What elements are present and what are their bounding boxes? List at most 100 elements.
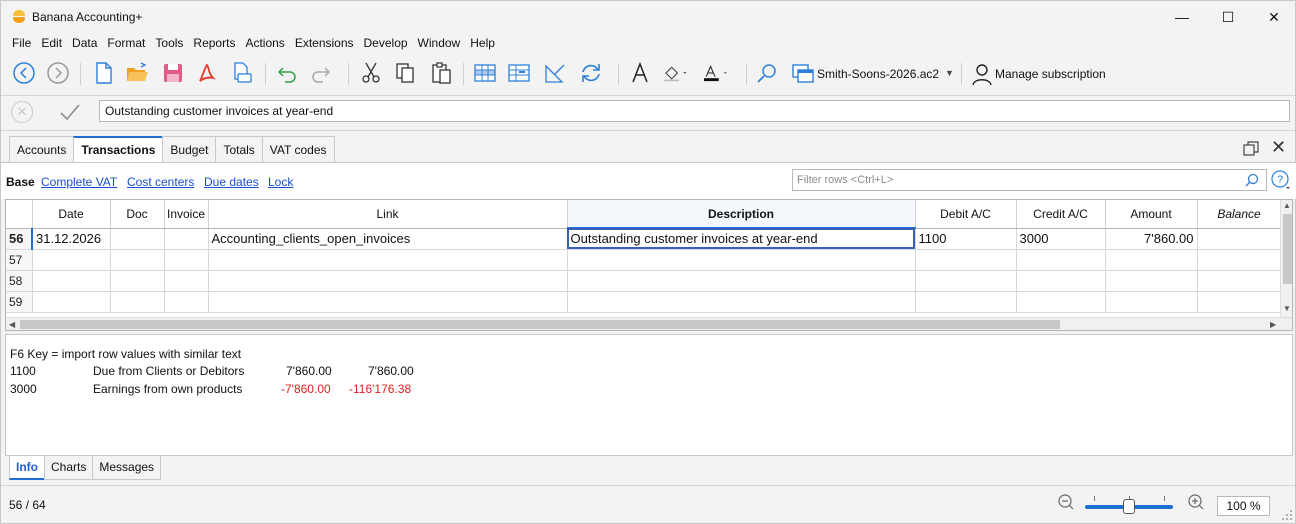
row-number[interactable]: 56 <box>6 228 33 250</box>
close-window-button[interactable]: ✕ <box>1251 1 1296 33</box>
vertical-scrollbar[interactable]: ▲ ▼ <box>1280 200 1292 318</box>
cell-doc[interactable] <box>110 291 165 313</box>
menu-help[interactable]: Help <box>465 34 500 52</box>
tab-vat-codes[interactable]: VAT codes <box>261 136 335 162</box>
table-row[interactable]: 57 <box>6 249 1282 271</box>
cell-balance[interactable] <box>1197 228 1282 250</box>
new-file-button[interactable] <box>89 59 117 87</box>
confirm-edit-button[interactable] <box>57 99 83 125</box>
cell-invoice[interactable] <box>164 291 209 313</box>
fill-color-button[interactable] <box>661 59 695 87</box>
file-selector[interactable]: Smith-Soons-2026.ac2 ▼ <box>789 59 959 89</box>
col-header-doc[interactable]: Doc <box>110 200 165 229</box>
minimize-button[interactable]: — <box>1159 1 1205 33</box>
col-header-description[interactable]: Description <box>567 200 916 229</box>
cell-amount[interactable]: 7'860.00 <box>1105 228 1198 250</box>
pdf-button[interactable] <box>193 59 221 87</box>
cell-description[interactable] <box>567 291 916 313</box>
view-due-dates[interactable]: Due dates <box>204 175 259 189</box>
vertical-scroll-thumb[interactable] <box>1283 214 1292 284</box>
scroll-down-icon[interactable]: ▼ <box>1283 304 1291 313</box>
text-color-button[interactable] <box>701 59 739 87</box>
col-header-debit[interactable]: Debit A/C <box>915 200 1017 229</box>
cell-debit[interactable]: 1100 <box>915 228 1017 250</box>
restore-window-icon[interactable] <box>1243 141 1259 157</box>
cell-description[interactable]: Outstanding customer invoices at year-en… <box>567 228 916 250</box>
filter-rows-input[interactable]: Filter rows <Ctrl+L> <box>792 169 1267 191</box>
add-rows-button[interactable] <box>471 59 499 87</box>
cell-date[interactable] <box>32 270 111 292</box>
menu-window[interactable]: Window <box>413 34 466 52</box>
view-base[interactable]: Base <box>6 175 35 189</box>
view-lock[interactable]: Lock <box>268 175 293 189</box>
recalculate-button[interactable] <box>577 59 605 87</box>
menu-actions[interactable]: Actions <box>240 34 289 52</box>
zoom-in-icon[interactable] <box>1187 493 1205 511</box>
undo-button[interactable] <box>273 59 301 87</box>
cell-credit[interactable] <box>1016 249 1106 271</box>
cell-invoice[interactable] <box>164 228 209 250</box>
scroll-left-icon[interactable]: ◀ <box>9 320 15 329</box>
cell-amount[interactable] <box>1105 270 1198 292</box>
menu-reports[interactable]: Reports <box>188 34 240 52</box>
cell-description[interactable] <box>567 270 916 292</box>
cell-balance[interactable] <box>1197 291 1282 313</box>
menu-format[interactable]: Format <box>102 34 150 52</box>
tab-budget[interactable]: Budget <box>162 136 217 162</box>
cell-balance[interactable] <box>1197 249 1282 271</box>
view-cost-centers[interactable]: Cost centers <box>127 175 194 189</box>
table-row[interactable]: 59 <box>6 291 1282 313</box>
cell-credit[interactable] <box>1016 270 1106 292</box>
col-header-credit[interactable]: Credit A/C <box>1016 200 1106 229</box>
cancel-edit-icon[interactable]: ✕ <box>11 101 33 123</box>
menu-data[interactable]: Data <box>67 34 102 52</box>
paste-button[interactable] <box>427 59 455 87</box>
cell-link[interactable] <box>208 291 568 313</box>
edit-cell-button[interactable] <box>541 59 569 87</box>
row-number[interactable]: 59 <box>6 291 33 313</box>
menu-extensions[interactable]: Extensions <box>290 34 359 52</box>
row-number[interactable]: 58 <box>6 270 33 292</box>
tab-messages[interactable]: Messages <box>92 456 162 480</box>
col-header-date[interactable]: Date <box>32 200 111 229</box>
view-complete-vat[interactable]: Complete VAT <box>41 175 117 189</box>
cut-button[interactable] <box>357 59 385 87</box>
row-number[interactable]: 57 <box>6 249 33 271</box>
resize-grip-icon[interactable] <box>1281 509 1293 521</box>
col-header-balance[interactable]: Balance <box>1197 200 1282 229</box>
scroll-right-icon[interactable]: ▶ <box>1270 320 1276 329</box>
tab-accounts[interactable]: Accounts <box>9 136 75 162</box>
table-row[interactable]: 56 31.12.2026 Accounting_clients_open_in… <box>6 228 1282 250</box>
cell-credit[interactable] <box>1016 291 1106 313</box>
help-icon[interactable]: ? <box>1271 170 1291 190</box>
cell-invoice[interactable] <box>164 270 209 292</box>
cell-date[interactable] <box>32 249 111 271</box>
cell-link[interactable]: Accounting_clients_open_invoices <box>208 228 568 250</box>
table-row[interactable]: 58 <box>6 270 1282 292</box>
move-rows-button[interactable] <box>505 59 533 87</box>
zoom-slider-handle[interactable] <box>1123 499 1135 514</box>
menu-file[interactable]: File <box>7 34 36 52</box>
scroll-up-icon[interactable]: ▲ <box>1283 201 1291 210</box>
cell-date[interactable] <box>32 291 111 313</box>
cell-credit[interactable]: 3000 <box>1016 228 1106 250</box>
redo-button[interactable] <box>307 59 335 87</box>
zoom-level[interactable]: 100 % <box>1217 496 1270 516</box>
copy-button[interactable] <box>391 59 419 87</box>
corner-cell[interactable] <box>6 200 33 229</box>
horizontal-scrollbar[interactable]: ◀ ▶ <box>6 317 1292 330</box>
find-button[interactable] <box>753 59 781 87</box>
cell-doc[interactable] <box>110 228 165 250</box>
menu-edit[interactable]: Edit <box>36 34 67 52</box>
cell-link[interactable] <box>208 249 568 271</box>
cell-debit[interactable] <box>915 270 1017 292</box>
cell-date[interactable]: 31.12.2026 <box>32 228 111 250</box>
font-button[interactable] <box>626 59 654 87</box>
maximize-button[interactable]: ☐ <box>1205 1 1251 33</box>
tab-transactions[interactable]: Transactions <box>73 136 164 163</box>
cell-doc[interactable] <box>110 249 165 271</box>
tab-info[interactable]: Info <box>9 456 45 480</box>
close-tab-icon[interactable]: ✕ <box>1271 137 1286 158</box>
col-header-invoice[interactable]: Invoice <box>164 200 209 229</box>
forward-button[interactable] <box>44 59 72 87</box>
